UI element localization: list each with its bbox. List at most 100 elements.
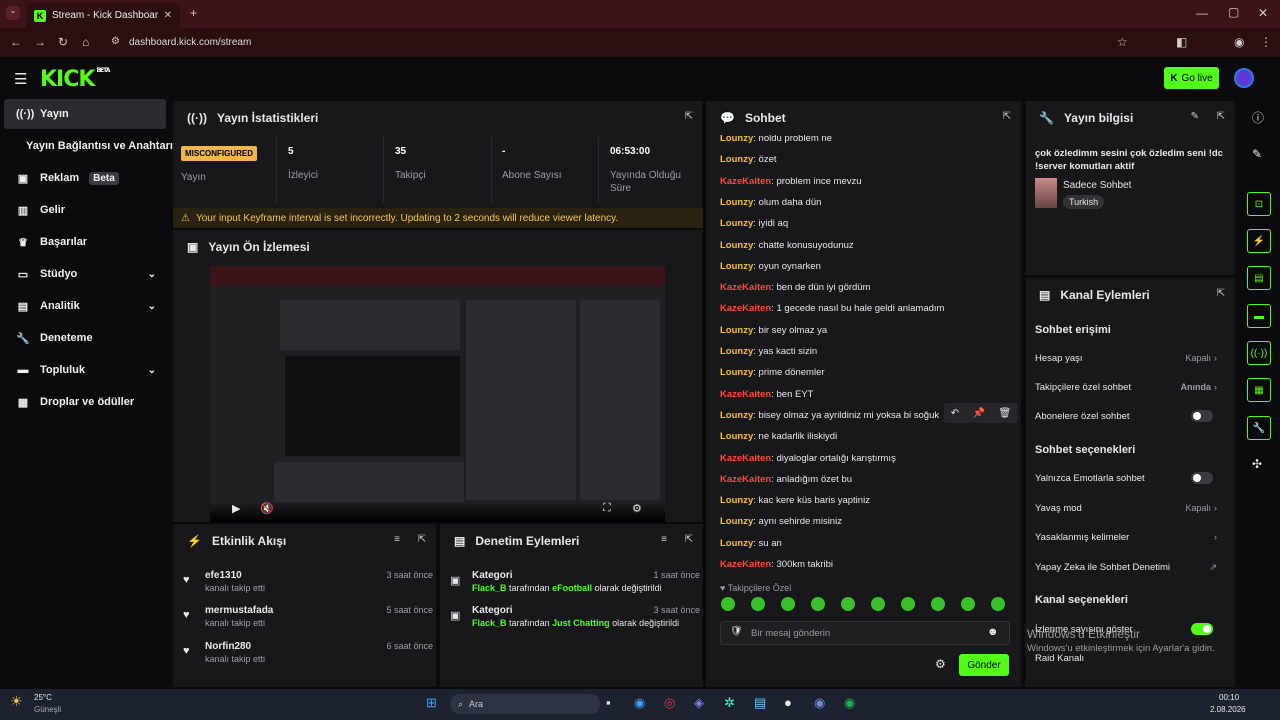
chat-username[interactable]: KazeKaiten [720, 453, 771, 464]
chat-message[interactable]: KazeKaiten: problem ince mevzu [720, 176, 862, 187]
chat-username[interactable]: KazeKaiten [720, 474, 771, 485]
weather-icon[interactable]: ☀ [10, 693, 23, 710]
expand-icon[interactable]: ⇱ [1217, 288, 1225, 299]
new-tab-icon[interactable]: + [190, 6, 197, 20]
followers-chat-row[interactable]: Takipçilere özel sohbet Anında › [1035, 377, 1225, 397]
target-icon[interactable]: ⊡ [1247, 192, 1271, 216]
extensions-icon[interactable]: ◧ [1176, 35, 1187, 49]
kick-logo[interactable]: KICK BETA [40, 67, 110, 92]
tab-list-button[interactable]: ⌄ [6, 6, 20, 20]
sidebar-item-studyo[interactable]: ▭ Stüdyo ⌄ [4, 259, 166, 289]
spotify-icon[interactable]: ◉ [844, 695, 855, 711]
profile-icon[interactable]: ◉ [1234, 35, 1244, 49]
sidebar-item-gelir[interactable]: ▥ Gelir [4, 195, 166, 225]
chat-username[interactable]: Lounzy [720, 516, 753, 527]
emote-icon[interactable] [991, 597, 1005, 611]
filter-icon[interactable]: ≡ [394, 534, 400, 545]
chat-message[interactable]: Lounzy: yas kacti sizin [720, 346, 817, 357]
settings-icon[interactable]: ⚙ [632, 502, 642, 515]
filter-icon[interactable]: ≡ [661, 534, 667, 545]
chat-username[interactable]: Lounzy [720, 218, 753, 229]
chat-username[interactable]: KazeKaiten [720, 176, 771, 187]
chat-username[interactable]: Lounzy [720, 538, 753, 549]
chat-message[interactable]: Lounzy: ne kadarlik iliskiydi [720, 431, 837, 442]
account-age-row[interactable]: Hesap yaşı Kapalı › [1035, 348, 1225, 368]
chat-message[interactable]: KazeKaiten: ben EYT [720, 389, 813, 400]
chat-username[interactable]: Lounzy [720, 197, 753, 208]
chat-message[interactable]: Lounzy: su an [720, 538, 782, 549]
expand-icon[interactable]: ⇱ [418, 534, 426, 545]
show-viewers-toggle[interactable] [1191, 623, 1213, 635]
chat-username[interactable]: Lounzy [720, 410, 753, 421]
emote-icon[interactable] [931, 597, 945, 611]
emote-icon[interactable] [841, 597, 855, 611]
chat-username[interactable]: Lounzy [720, 261, 753, 272]
windows-start-icon[interactable]: ⊞ [426, 695, 437, 711]
sidebar-item-yayin[interactable]: ((·)) Yayın [4, 99, 166, 129]
address-bar[interactable]: dashboard.kick.com/stream [103, 33, 1143, 52]
emote-icon[interactable] [811, 597, 825, 611]
emote-icon[interactable] [781, 597, 795, 611]
back-icon[interactable]: ← [10, 35, 22, 49]
chat-message[interactable]: KazeKaiten: 300km takribi [720, 559, 833, 570]
chat-username[interactable]: Lounzy [720, 240, 753, 251]
chat-message[interactable]: Lounzy: bisey olmaz ya ayrildiniz mi yok… [720, 410, 939, 421]
fullscreen-icon[interactable]: ⛶ [603, 502, 611, 515]
chat-username[interactable]: Lounzy [720, 495, 753, 506]
chat-message[interactable]: Lounzy: olum daha dün [720, 197, 821, 208]
notepad-icon[interactable]: ▤ [754, 695, 766, 711]
expand-icon[interactable]: ⇱ [1003, 111, 1011, 122]
chat-message[interactable]: KazeKaiten: anladığım özet bu [720, 474, 852, 485]
emoji-icon[interactable]: ☻ [987, 626, 999, 638]
ai-moderation-row[interactable]: Yapay Zeka ile Sohbet Denetimi ⇗ [1035, 557, 1225, 577]
channel-icon[interactable]: ▦ [1247, 378, 1271, 402]
taskview-icon[interactable]: ▪ [606, 695, 611, 710]
document-icon[interactable]: ▤ [1247, 266, 1271, 290]
sidebar-item-analitik[interactable]: ▤ Analitik ⌄ [4, 291, 166, 321]
chat-message[interactable]: Lounzy: prime dönemler [720, 367, 825, 378]
chat-message[interactable]: Lounzy: chatte konusuyodunuz [720, 240, 854, 251]
pencil-icon[interactable]: ✎ [1252, 147, 1262, 161]
chat-username[interactable]: KazeKaiten [720, 282, 771, 293]
expand-icon[interactable]: ⇱ [685, 534, 693, 545]
banned-words-row[interactable]: Yasaklanmış kelimeler › [1035, 527, 1225, 547]
stream-preview-video[interactable]: ▶ 🔇 ⚙ ⛶ [210, 266, 665, 522]
close-tab-icon[interactable]: ✕ [164, 10, 172, 21]
reply-icon[interactable]: ↶ [951, 408, 959, 419]
hamburger-menu-icon[interactable]: ☰ [14, 70, 27, 88]
chrome-icon[interactable]: ◎ [664, 695, 675, 711]
maximize-icon[interactable]: ▢ [1228, 5, 1239, 19]
teams-icon[interactable]: ◈ [694, 695, 704, 711]
chat-username[interactable]: KazeKaiten [720, 303, 771, 314]
pin-icon[interactable]: 📌 [973, 408, 985, 419]
chat-username[interactable]: Lounzy [720, 154, 753, 165]
site-info-icon[interactable]: ⚙ [111, 36, 120, 47]
emote-icon[interactable] [901, 597, 915, 611]
chat-message[interactable]: Lounzy: oyun oynarken [720, 261, 821, 272]
user-avatar[interactable] [1234, 68, 1254, 88]
sidebar-item-basarilar[interactable]: ♛ Başarılar [4, 227, 166, 257]
chat-message[interactable]: KazeKaiten: diyaloglar ortalığı karıştır… [720, 453, 896, 464]
delete-icon[interactable]: 🗑 [999, 408, 1012, 419]
play-icon[interactable]: ▶ [232, 502, 240, 515]
close-window-icon[interactable]: ✕ [1258, 6, 1268, 20]
sidebar-item-reklam[interactable]: ▣ Reklam Beta [4, 163, 166, 193]
emote-icon[interactable] [871, 597, 885, 611]
emote-icon[interactable] [721, 597, 735, 611]
chat-message[interactable]: Lounzy: iyidi aq [720, 218, 788, 229]
menu-dots-icon[interactable]: ⋮ [1260, 35, 1272, 49]
emote-icon[interactable] [751, 597, 765, 611]
taskbar-search[interactable]: ⌕ Ara [450, 694, 600, 714]
edge-icon[interactable]: ◉ [634, 695, 645, 711]
chat-message[interactable]: KazeKaiten: ben de dün iyi gördüm [720, 282, 871, 293]
edit-icon[interactable]: ✎ [1191, 111, 1199, 122]
chat-icon[interactable]: ▬ [1247, 304, 1271, 328]
bookmark-star-icon[interactable]: ☆ [1117, 35, 1128, 49]
app-icon[interactable]: ✲ [724, 695, 735, 711]
sidebar-item-stream-key[interactable]: Yayın Bağlantısı ve Anahtarı [4, 131, 173, 161]
chat-message[interactable]: Lounzy: bir sey olmaz ya [720, 325, 827, 336]
chat-message[interactable]: Lounzy: kac kere küs baris yaptiniz [720, 495, 870, 506]
sidebar-item-droplar[interactable]: ▦ Droplar ve ödüller [4, 387, 166, 417]
broadcast-icon[interactable]: ((·)) [1247, 341, 1271, 365]
expand-icon[interactable]: ⇱ [1217, 111, 1225, 122]
